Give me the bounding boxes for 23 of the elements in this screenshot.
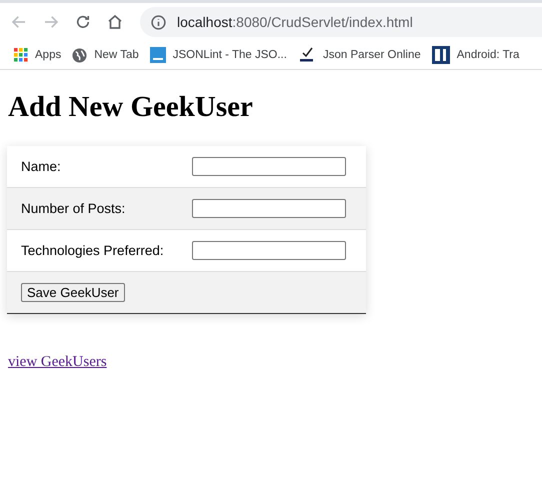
input-field[interactable] bbox=[192, 199, 346, 218]
bookmark-item[interactable]: JSONLint - The JSO... bbox=[150, 47, 287, 63]
view-users-link[interactable]: view GeekUsers bbox=[8, 354, 107, 371]
field-label: Number of Posts: bbox=[21, 201, 126, 216]
url-text: localhost:8080/CrudServlet/index.html bbox=[177, 14, 413, 30]
input-field[interactable] bbox=[192, 241, 346, 260]
bookmark-item[interactable]: Apps bbox=[14, 48, 62, 62]
checkmark-icon bbox=[298, 47, 316, 63]
globe-icon bbox=[72, 48, 88, 62]
bookmark-item[interactable]: New Tab bbox=[72, 48, 139, 62]
field-label: Name: bbox=[21, 159, 62, 174]
field-label: Technologies Preferred: bbox=[21, 243, 165, 258]
json-file-icon bbox=[150, 47, 166, 63]
apps-grid-icon bbox=[14, 48, 28, 62]
input-field[interactable] bbox=[192, 157, 346, 176]
bookmark-item[interactable]: Json Parser Online bbox=[298, 47, 421, 63]
info-icon bbox=[150, 14, 167, 30]
save-button[interactable]: Save GeekUser bbox=[21, 283, 125, 302]
home-icon[interactable] bbox=[106, 13, 124, 31]
bookmark-item[interactable]: Android: Tra bbox=[432, 46, 520, 64]
reload-icon[interactable] bbox=[74, 13, 92, 31]
address-bar[interactable]: localhost:8080/CrudServlet/index.html bbox=[140, 7, 542, 37]
page-heading: Add New GeekUser bbox=[8, 91, 254, 124]
